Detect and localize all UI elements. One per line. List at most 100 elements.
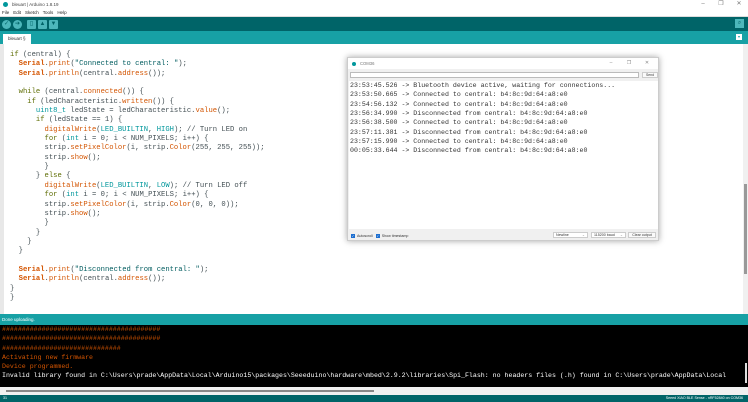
scroll-thumb[interactable] <box>744 184 747 274</box>
serial-output: 23:53:45.526 -> Bluetooth device active,… <box>349 81 658 229</box>
code-line: strip.setPixelColor(i, strip.Color(0, 0,… <box>10 201 265 210</box>
scroll-thumb[interactable] <box>6 390 374 392</box>
console-line: Activating new firmware <box>2 353 94 361</box>
send-button[interactable]: Send <box>642 72 658 78</box>
line-ending-select[interactable]: Newline ⌄ <box>553 232 588 238</box>
new-button[interactable]: ▯ <box>27 19 36 29</box>
menu-edit[interactable]: Edit <box>13 10 21 15</box>
code-token: else <box>44 172 67 181</box>
code-line: for (int i = 0; i < NUM_PIXELS; i++) { <box>10 191 265 200</box>
menu-bar: File Edit Sketch Tools Help <box>0 9 748 17</box>
line-ending-value: Newline <box>556 233 569 237</box>
code-token: println <box>48 275 80 284</box>
open-button[interactable]: ▲ <box>38 19 47 29</box>
code-token: print <box>48 60 71 69</box>
code-line: } else { <box>10 172 265 181</box>
menu-help[interactable]: Help <box>57 10 66 15</box>
line-number: 31 <box>3 396 7 400</box>
window-title: bleuart | Arduino 1.8.19 <box>12 2 59 7</box>
code-token: LED_BUILTIN <box>100 181 149 190</box>
arduino-logo-icon <box>352 61 356 66</box>
code-token: Serial <box>18 69 45 78</box>
tab-menu-button[interactable]: ▾ <box>736 34 742 40</box>
code-token: HIGH <box>156 125 174 134</box>
code-token: show <box>70 153 88 162</box>
code-line: strip.show(); <box>10 154 265 163</box>
code-token: setPixelColor <box>70 200 127 209</box>
menu-tools[interactable]: Tools <box>43 10 54 15</box>
code-token: ); <box>199 265 209 274</box>
console-output: ########################################… <box>0 325 748 387</box>
code-token: ); <box>173 125 187 134</box>
serial-output-line: 23:56:38.500 -> Connected to central: b4… <box>350 119 568 127</box>
menu-sketch[interactable]: Sketch <box>25 10 39 15</box>
code-token: if <box>10 51 23 59</box>
code-token: } <box>10 293 15 302</box>
serial-monitor-button[interactable]: ⌕ <box>735 19 744 28</box>
serial-output-line: 00:05:33.644 -> Disconnected from centra… <box>350 147 588 155</box>
code-text[interactable]: if (central) { Serial.print("Connected t… <box>10 51 265 303</box>
console-line: ######################################## <box>2 326 161 333</box>
code-token: (); <box>87 153 101 162</box>
code-token: } <box>10 284 15 293</box>
serial-monitor-window: COM36 – ❐ ✕ Send 23:53:45.526 -> Bluetoo… <box>347 57 659 241</box>
show-timestamp-checkbox[interactable]: ✓ <box>375 233 380 238</box>
console-horizontal-scrollbar[interactable] <box>0 387 748 395</box>
maximize-button[interactable]: ❐ <box>712 0 730 9</box>
maximize-button[interactable]: ❐ <box>620 58 638 69</box>
code-token: written <box>122 97 153 106</box>
code-token: (ledState == 1) { <box>48 116 123 125</box>
code-token: Color <box>169 200 192 209</box>
console-scrollbar[interactable] <box>745 363 747 383</box>
code-line: Serial.print("Connected to central: "); <box>10 60 265 69</box>
code-line: } <box>10 219 265 228</box>
code-token: (central) { <box>22 51 71 59</box>
code-token: (ledCharacteristic. <box>40 97 123 106</box>
code-line: Serial.print("Disconnected from central:… <box>10 266 265 275</box>
code-token: (i, strip. <box>126 200 170 209</box>
code-line: while (central.connected()) { <box>10 88 265 97</box>
code-token: } <box>10 237 32 246</box>
code-token: (central. <box>44 88 84 97</box>
code-token: } <box>10 228 41 237</box>
code-line: } <box>10 285 265 294</box>
code-token: println <box>48 69 80 78</box>
code-token: uint8_t <box>35 107 67 116</box>
save-button[interactable]: ▼ <box>49 19 58 29</box>
serial-output-line: 23:53:45.526 -> Bluetooth device active,… <box>350 82 616 89</box>
serial-monitor-title-bar: COM36 – ❐ ✕ <box>348 58 658 69</box>
show-timestamp-label: Show timestamp <box>381 233 409 238</box>
tab-bleuart[interactable]: bleuart § <box>3 34 31 44</box>
close-button[interactable]: ✕ <box>638 58 656 69</box>
code-token: // Turn LED on <box>186 125 248 134</box>
baud-rate-select[interactable]: 115200 baud ⌄ <box>591 232 626 238</box>
code-token: } <box>10 172 45 181</box>
clear-output-button[interactable]: Clear output <box>628 232 656 238</box>
code-line: strip.show(); <box>10 210 265 219</box>
code-token: (0, 0, 0)); <box>191 200 239 209</box>
serial-input[interactable] <box>350 72 639 78</box>
minimize-button[interactable]: – <box>602 58 620 69</box>
code-token: ); <box>178 60 187 69</box>
editor-scrollbar[interactable] <box>743 44 748 314</box>
code-token: strip. <box>10 209 71 218</box>
serial-monitor-footer: ✓ Autoscroll ✓ Show timestamp Newline ⌄ … <box>349 231 658 240</box>
verify-button[interactable]: ✓ <box>2 19 11 29</box>
code-token: "Disconnected from central: " <box>74 265 200 274</box>
code-token: address <box>117 69 149 78</box>
code-token: Serial <box>18 265 45 274</box>
menu-file[interactable]: File <box>2 10 9 15</box>
upload-button[interactable]: ➔ <box>13 19 22 29</box>
code-line: for (int i = 0; i < NUM_PIXELS; i++) { <box>10 135 265 144</box>
autoscroll-checkbox[interactable]: ✓ <box>351 233 355 238</box>
minimize-button[interactable]: – <box>694 0 712 9</box>
code-token: value <box>195 107 218 116</box>
close-button[interactable]: ✕ <box>730 0 748 9</box>
